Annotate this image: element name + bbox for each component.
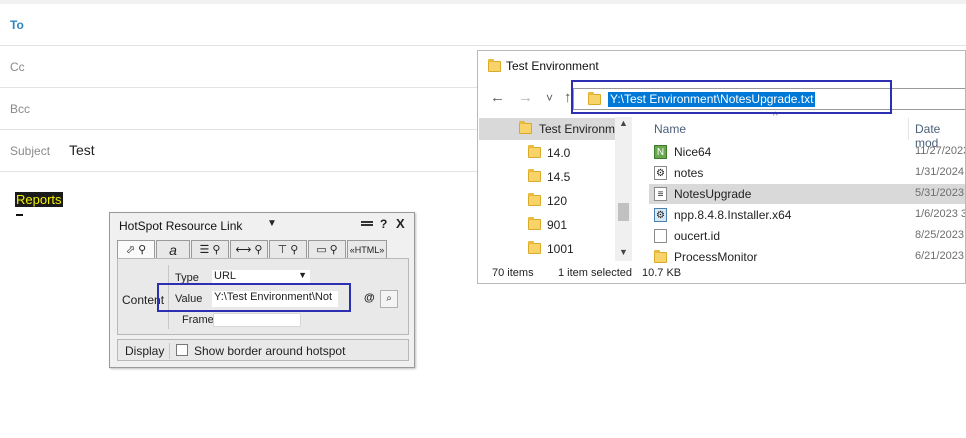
divider <box>169 343 170 359</box>
file-date: 1/31/2024 <box>915 166 964 178</box>
tree-item-120[interactable]: 120 <box>479 190 632 212</box>
close-button[interactable]: X <box>396 216 405 231</box>
tree-item-test-environment[interactable]: Test Environment <box>479 118 632 140</box>
recent-locations-icon[interactable]: ˅ <box>546 91 553 105</box>
text-cursor <box>16 214 23 216</box>
file-date: 11/27/2023 <box>915 145 966 157</box>
file-row-oucert[interactable]: oucert.id 8/25/2023 <box>649 226 965 246</box>
file-name: npp.8.4.8.Installer.x64 <box>674 208 792 222</box>
title-dropdown-icon[interactable]: ▼ <box>267 218 277 229</box>
file-date: 5/31/2023 <box>915 187 964 199</box>
help-button[interactable]: ? <box>380 217 387 231</box>
file-name: NotesUpgrade <box>674 187 752 201</box>
display-panel: Display Show border around hotspot <box>117 339 409 361</box>
app-icon: N <box>654 145 667 159</box>
tab-margins[interactable]: ⟷ ⚲ <box>230 240 268 258</box>
tree-item-label: 1001 <box>547 242 574 256</box>
tab-paragraph[interactable]: ☰ ⚲ <box>191 240 229 258</box>
file-name: oucert.id <box>674 229 721 243</box>
bcc-label: Bcc <box>10 102 31 116</box>
folder-icon <box>528 169 541 182</box>
column-divider[interactable] <box>908 118 909 140</box>
file-date: 1/6/2023 3 <box>915 208 966 220</box>
folder-icon <box>519 121 532 134</box>
subject-label: Subject <box>10 144 51 158</box>
at-button[interactable]: @ <box>364 292 375 304</box>
installer-icon: ⚙ <box>654 208 667 222</box>
property-tabs: ⬀ ⚲ a ☰ ⚲ ⟷ ⚲ ⊤ ⚲ ▭ ⚲ «HTML» <box>117 240 409 258</box>
column-header-name[interactable]: Name <box>654 122 686 136</box>
file-list: Name ^ Date mod N Nice64 11/27/2023 ⚙ no… <box>649 111 966 264</box>
selection-count: 1 item selected <box>558 267 632 279</box>
cc-label: Cc <box>10 60 25 74</box>
to-label: To <box>10 18 24 32</box>
chevron-down-icon: ▼ <box>298 270 307 280</box>
tab-hide[interactable]: ⊤ ⚲ <box>269 240 307 258</box>
type-value: URL <box>214 270 237 282</box>
navigation-pane: Test Environment 14.0 14.5 120 901 1001 <box>479 116 632 261</box>
tree-item-901[interactable]: 901 <box>479 214 632 236</box>
file-name: Nice64 <box>674 145 712 159</box>
address-highlight-box <box>571 80 892 114</box>
folder-icon <box>528 217 541 230</box>
file-icon <box>654 229 667 243</box>
text-file-icon: ≡ <box>654 187 667 201</box>
value-highlight-box <box>157 283 351 312</box>
tab-style[interactable]: ▭ ⚲ <box>308 240 346 258</box>
to-field[interactable]: To <box>0 4 966 46</box>
tab-html[interactable]: «HTML» <box>347 240 387 258</box>
border-checkbox-label[interactable]: Show border around hotspot <box>194 344 345 358</box>
display-label: Display <box>125 344 165 358</box>
file-row-notes[interactable]: ⚙ notes 1/31/2024 <box>649 163 965 183</box>
grip-icon[interactable] <box>361 221 373 226</box>
file-name: notes <box>674 166 704 180</box>
status-bar: 70 items 1 item selected 10.7 KB <box>478 263 965 283</box>
back-arrow-icon[interactable]: ← <box>490 89 505 106</box>
explorer-title-bar[interactable]: Test Environment <box>478 51 965 81</box>
folder-browse-button[interactable]: ⌕ <box>380 290 398 308</box>
item-count: 70 items <box>492 267 534 279</box>
tree-item-label: 14.5 <box>547 170 571 184</box>
frame-input[interactable] <box>213 313 301 327</box>
file-date: 6/21/2023 <box>915 250 964 262</box>
forward-arrow-icon[interactable]: → <box>518 89 533 106</box>
tree-item-14-0[interactable]: 14.0 <box>479 142 632 164</box>
selection-size: 10.7 KB <box>642 267 682 279</box>
file-row-npp-installer[interactable]: ⚙ npp.8.4.8.Installer.x64 1/6/2023 3 <box>649 205 966 225</box>
dialog-title: HotSpot Resource Link <box>119 219 243 233</box>
file-date: 8/25/2023 <box>915 229 964 241</box>
scroll-thumb[interactable] <box>618 203 629 221</box>
file-row-notesupgrade[interactable]: ≡ NotesUpgrade 5/31/2023 <box>649 184 965 204</box>
settings-file-icon: ⚙ <box>654 166 667 180</box>
scroll-up-icon[interactable]: ▲ <box>619 118 628 128</box>
folder-icon <box>528 241 541 254</box>
tree-item-1001[interactable]: 1001 <box>479 238 632 260</box>
tab-font[interactable]: a <box>156 240 190 258</box>
folder-icon <box>528 193 541 206</box>
scroll-down-icon[interactable]: ▼ <box>619 247 628 257</box>
file-name: ProcessMonitor <box>674 250 758 264</box>
tab-basics[interactable]: ⬀ ⚲ <box>117 240 155 258</box>
border-checkbox[interactable] <box>176 344 188 356</box>
explorer-title: Test Environment <box>506 59 599 73</box>
tree-item-label: 120 <box>547 194 568 208</box>
subject-input[interactable]: Test <box>69 142 95 158</box>
folder-icon <box>654 250 667 264</box>
body-hotspot-text[interactable]: Reports <box>15 192 63 207</box>
tree-item-14-5[interactable]: 14.5 <box>479 166 632 188</box>
dialog-title-bar[interactable]: HotSpot Resource Link ▼ ? X <box>110 213 414 235</box>
frame-label: Frame <box>182 314 214 326</box>
file-row-nice64[interactable]: N Nice64 11/27/2023 <box>649 142 966 162</box>
tree-item-label: 14.0 <box>547 146 571 160</box>
tree-item-label: 901 <box>547 218 568 232</box>
tree-scrollbar[interactable]: ▲ ▼ <box>615 117 632 261</box>
folder-icon <box>488 59 501 72</box>
folder-icon <box>528 145 541 158</box>
